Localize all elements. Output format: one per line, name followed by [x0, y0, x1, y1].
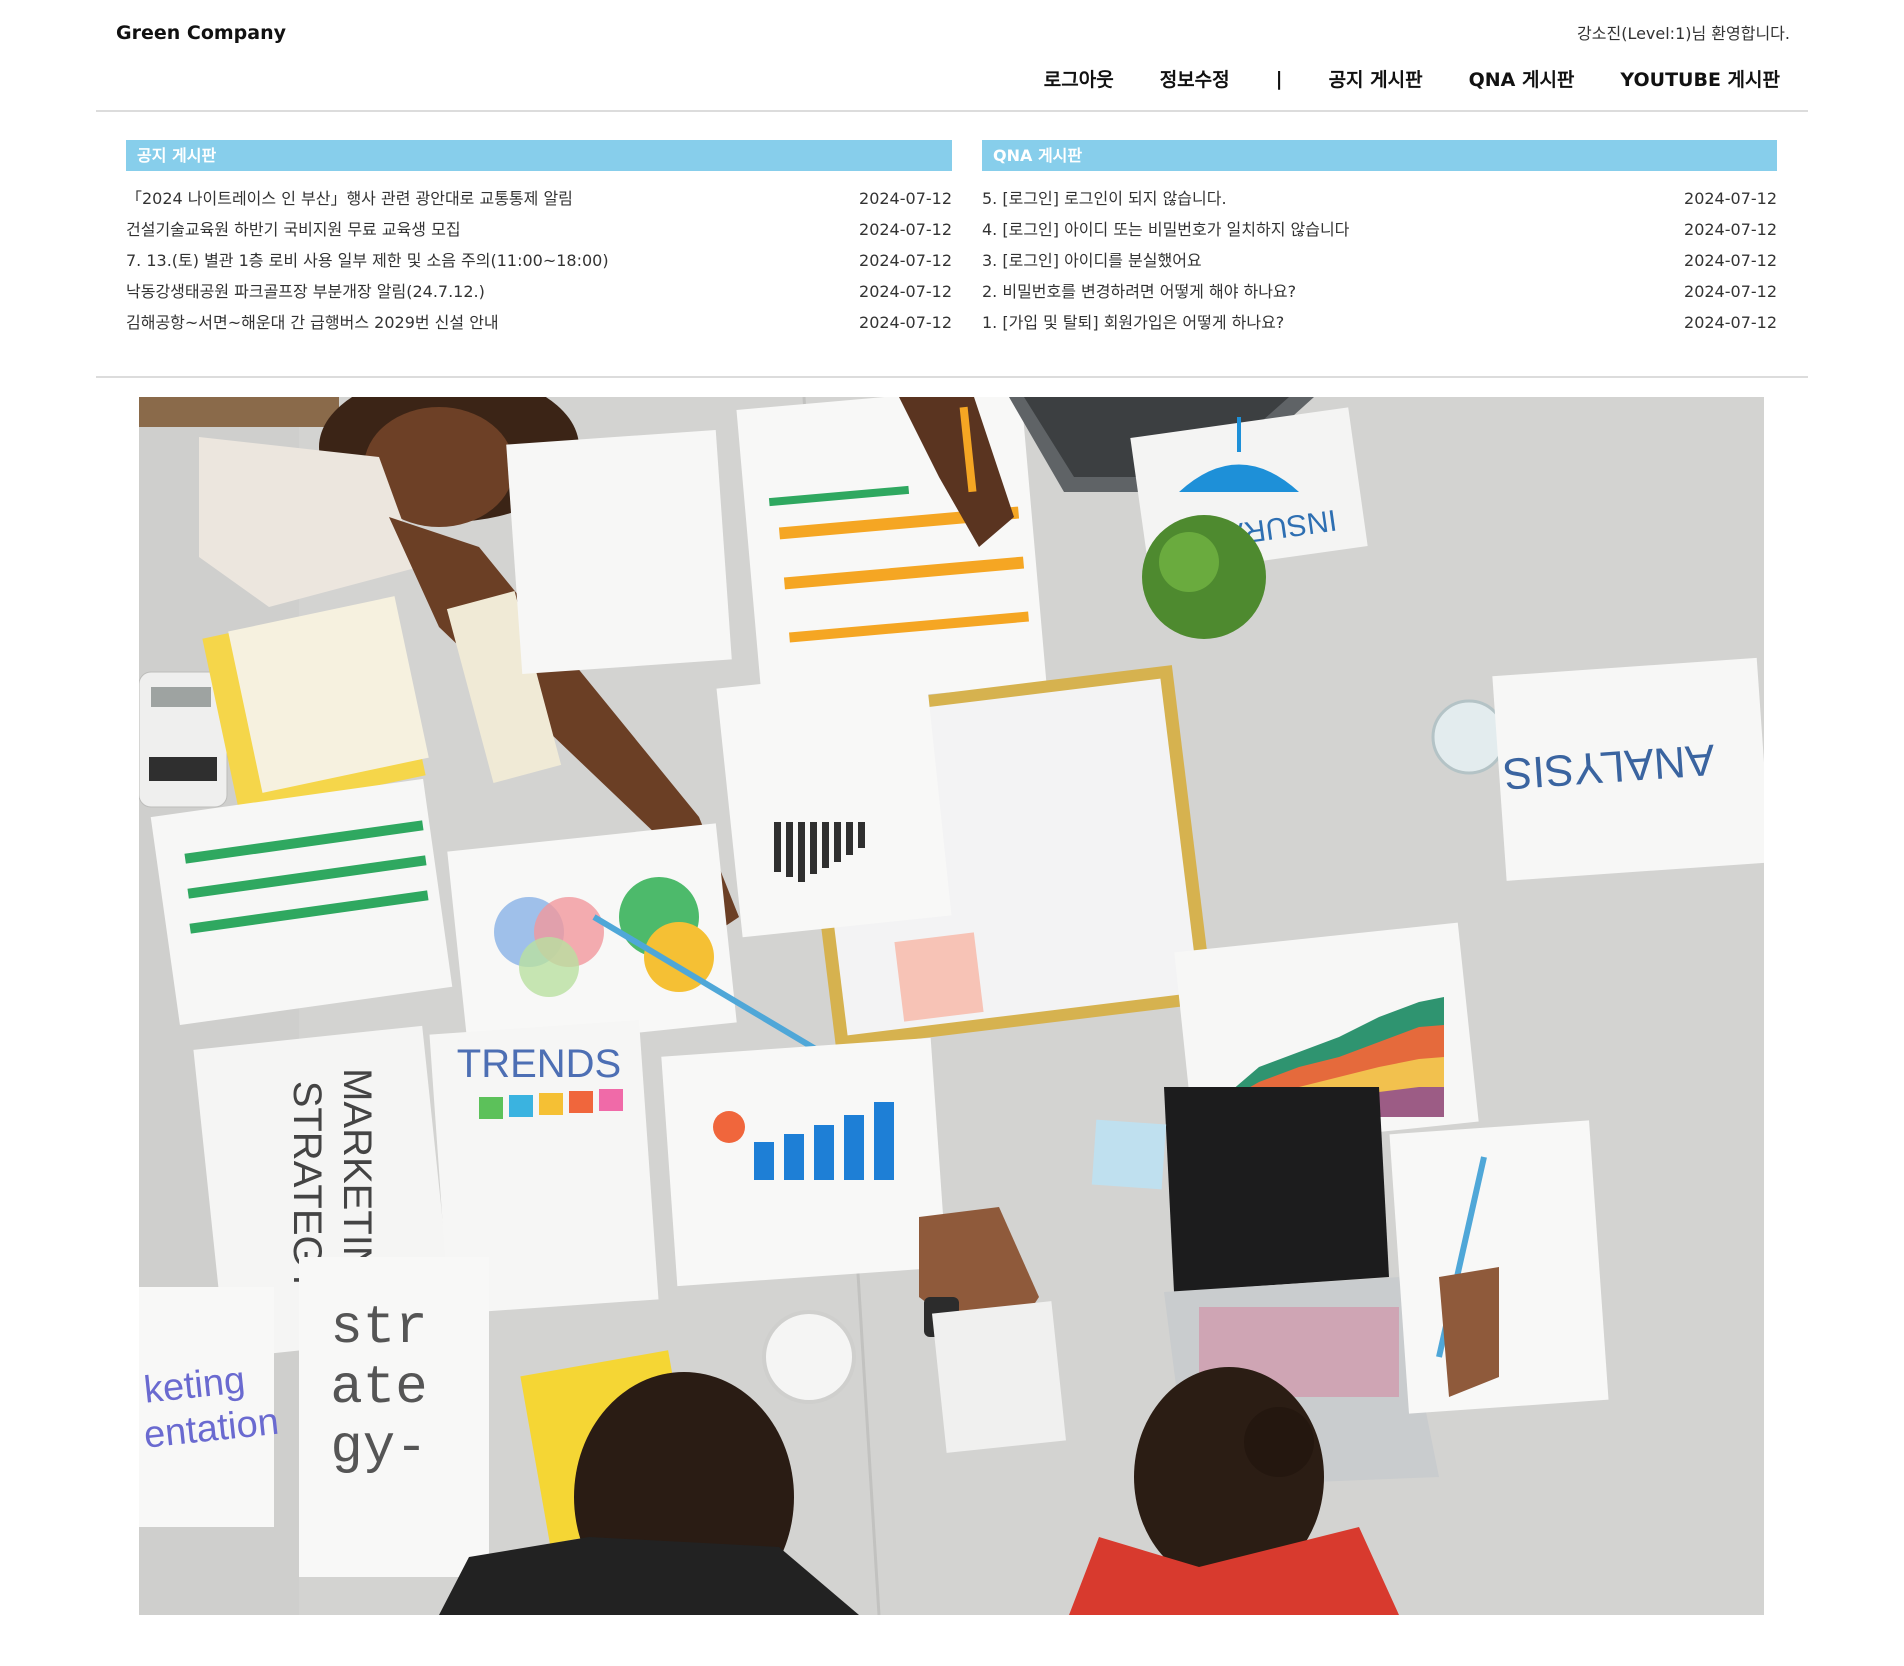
notice-item-title[interactable]: 김해공항~서면~해운대 간 급행버스 2029번 신설 안내	[126, 307, 499, 338]
notice-item[interactable]: 7. 13.(토) 별관 1층 로비 사용 일부 제한 및 소음 주의(11:0…	[126, 245, 952, 276]
qna-item-title[interactable]: 5. [로그인] 로그인이 되지 않습니다.	[982, 183, 1227, 214]
qna-item[interactable]: 2. 비밀번호를 변경하려면 어떻게 해야 하나요? 2024-07-12	[982, 276, 1777, 307]
welcome-message: 강소진(Level:1)님 환영합니다.	[1577, 24, 1790, 43]
notice-item-date: 2024-07-12	[859, 220, 952, 239]
notice-item-title[interactable]: 낙동강생태공원 파크골프장 부분개장 알림(24.7.12.)	[126, 276, 485, 307]
youtube-board-link[interactable]: YOUTUBE 게시판	[1620, 65, 1780, 92]
edit-info-link[interactable]: 정보수정	[1160, 65, 1230, 92]
water-glass	[1431, 699, 1507, 775]
analysis-card: ANALYSIS	[1492, 657, 1764, 881]
str-text-1: str	[330, 1298, 427, 1359]
notice-board-preview: 공지 게시판 「2024 나이트레이스 인 부산」행사 관련 광안대로 교통통제…	[126, 140, 952, 338]
notice-item-date: 2024-07-12	[859, 282, 952, 301]
nav-separator: |	[1275, 67, 1283, 90]
qna-item[interactable]: 3. [로그인] 아이디를 분실했어요 2024-07-12	[982, 245, 1777, 276]
qna-item-title[interactable]: 3. [로그인] 아이디를 분실했어요	[982, 245, 1202, 276]
str-text-2: ate	[330, 1358, 427, 1419]
hero-image: INSURANCE ANALYSIS MARKETING STRATEGY TR…	[139, 397, 1764, 1615]
qna-item-date: 2024-07-12	[1684, 251, 1777, 270]
qna-item-date: 2024-07-12	[1684, 189, 1777, 208]
notice-item-title[interactable]: 「2024 나이트레이스 인 부산」행사 관련 광안대로 교통통제 알림	[126, 183, 573, 214]
orange-document	[736, 397, 1047, 709]
notice-board-title[interactable]: 공지 게시판	[126, 140, 952, 171]
qna-item-date: 2024-07-12	[1684, 282, 1777, 301]
notice-item-title[interactable]: 건설기술교육원 하반기 국비지원 무료 교육생 모집	[126, 214, 461, 245]
coffee-cup	[762, 1310, 856, 1404]
qna-item-title[interactable]: 4. [로그인] 아이디 또는 비밀번호가 일치하지 않습니다	[982, 214, 1349, 245]
notice-item[interactable]: 낙동강생태공원 파크골프장 부분개장 알림(24.7.12.) 2024-07-1…	[126, 276, 952, 307]
notice-list: 「2024 나이트레이스 인 부산」행사 관련 광안대로 교통통제 알림 2024…	[126, 183, 952, 338]
qna-board-preview: QNA 게시판 5. [로그인] 로그인이 되지 않습니다. 2024-07-12…	[982, 140, 1777, 338]
site-header: Green Company 강소진(Level:1)님 환영합니다. 로그아웃 …	[96, 0, 1808, 112]
blue-bar-paper	[661, 1037, 947, 1287]
str-text-3: gy-	[330, 1418, 427, 1479]
notice-item-date: 2024-07-12	[859, 251, 952, 270]
trends-text: TRENDS	[457, 1042, 621, 1086]
qna-list: 5. [로그인] 로그인이 되지 않습니다. 2024-07-12 4. [로그인…	[982, 183, 1777, 338]
qna-item[interactable]: 5. [로그인] 로그인이 되지 않습니다. 2024-07-12	[982, 183, 1777, 214]
qna-item-title[interactable]: 2. 비밀번호를 변경하려면 어떻게 해야 하나요?	[982, 276, 1296, 307]
notice-item[interactable]: 「2024 나이트레이스 인 부산」행사 관련 광안대로 교통통제 알림 2024…	[126, 183, 952, 214]
notice-item[interactable]: 건설기술교육원 하반기 국비지원 무료 교육생 모집 2024-07-12	[126, 214, 952, 245]
notice-item[interactable]: 김해공항~서면~해운대 간 급행버스 2029번 신설 안내 2024-07-12	[126, 307, 952, 338]
green-table-paper	[150, 778, 453, 1026]
qna-item[interactable]: 1. [가입 및 탈퇴] 회원가입은 어떻게 하나요? 2024-07-12	[982, 307, 1777, 338]
notice-item-title[interactable]: 7. 13.(토) 별관 1층 로비 사용 일부 제한 및 소음 주의(11:0…	[126, 245, 609, 276]
qna-item-date: 2024-07-12	[1684, 313, 1777, 332]
hero-illustration: INSURANCE ANALYSIS MARKETING STRATEGY TR…	[139, 397, 1764, 1615]
site-logo[interactable]: Green Company	[116, 22, 286, 44]
notice-board-link[interactable]: 공지 게시판	[1329, 65, 1423, 92]
stacked-bars-paper	[716, 666, 952, 938]
main-nav: 로그아웃 정보수정 | 공지 게시판 QNA 게시판 YOUTUBE 게시판	[998, 65, 1780, 92]
qna-board-title[interactable]: QNA 게시판	[982, 140, 1777, 171]
notice-item-date: 2024-07-12	[859, 313, 952, 332]
notice-item-date: 2024-07-12	[859, 189, 952, 208]
logout-link[interactable]: 로그아웃	[1044, 65, 1114, 92]
qna-item-date: 2024-07-12	[1684, 220, 1777, 239]
qna-item[interactable]: 4. [로그인] 아이디 또는 비밀번호가 일치하지 않습니다 2024-07-1…	[982, 214, 1777, 245]
board-previews: 공지 게시판 「2024 나이트레이스 인 부산」행사 관련 광안대로 교통통제…	[96, 112, 1808, 378]
qna-board-link[interactable]: QNA 게시판	[1469, 65, 1575, 92]
qna-item-title[interactable]: 1. [가입 및 탈퇴] 회원가입은 어떻게 하나요?	[982, 307, 1284, 338]
